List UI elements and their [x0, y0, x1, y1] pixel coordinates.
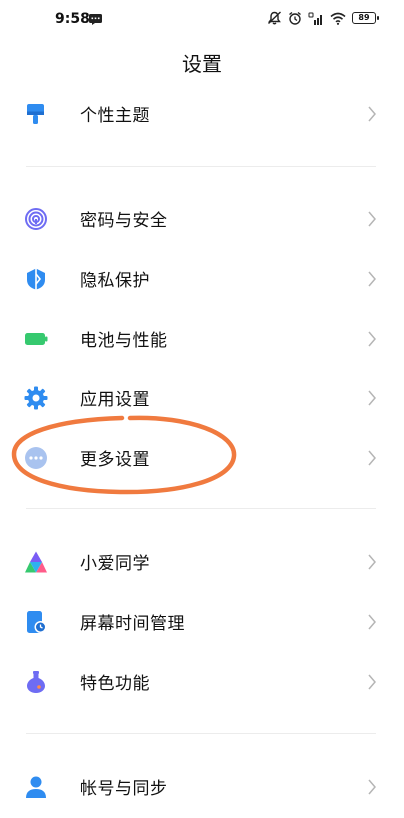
battery-icon: 89 — [352, 12, 379, 24]
status-icons: 89 — [267, 11, 379, 25]
fingerprint-icon — [25, 208, 47, 230]
settings-item-battery-performance[interactable]: 电池与性能 — [0, 309, 404, 369]
message-notification-icon — [89, 14, 102, 25]
settings-item-label: 个性主题 — [80, 106, 150, 126]
settings-item-account-sync[interactable]: 帐号与同步 — [0, 757, 404, 817]
status-bar: 9:58 89 — [0, 0, 404, 40]
chevron-right-icon — [368, 450, 376, 466]
mute-bell-icon — [268, 11, 281, 25]
settings-item-label: 帐号与同步 — [80, 779, 168, 799]
settings-item-password-security[interactable]: 密码与安全 — [0, 189, 404, 249]
settings-item-xiaoai[interactable]: 小爱同学 — [0, 532, 404, 592]
section-divider — [26, 508, 376, 509]
chevron-right-icon — [368, 674, 376, 690]
section-divider — [26, 733, 376, 734]
chevron-right-icon — [368, 554, 376, 570]
settings-item-label: 屏幕时间管理 — [80, 614, 185, 634]
settings-item-app-settings[interactable]: 应用设置 — [0, 368, 404, 428]
settings-item-more-settings[interactable]: 更多设置 — [0, 428, 404, 488]
account-icon — [26, 776, 46, 798]
settings-item-theme[interactable]: 个性主题 — [0, 84, 404, 144]
settings-item-screen-time[interactable]: 屏幕时间管理 — [0, 592, 404, 652]
settings-item-label: 密码与安全 — [80, 211, 168, 231]
theme-brush-icon — [27, 104, 44, 124]
settings-item-label: 更多设置 — [80, 450, 150, 470]
battery-icon — [25, 333, 48, 345]
xiaoai-icon — [25, 551, 47, 573]
settings-item-special-features[interactable]: 特色功能 — [0, 652, 404, 712]
cellular-signal-icon — [308, 12, 322, 25]
chevron-right-icon — [368, 614, 376, 630]
settings-item-label: 小爱同学 — [80, 554, 150, 574]
screen-time-icon — [27, 611, 47, 633]
settings-item-label: 隐私保护 — [80, 271, 150, 291]
privacy-shield-icon — [27, 268, 45, 290]
settings-item-label: 电池与性能 — [80, 331, 168, 351]
chevron-right-icon — [368, 779, 376, 795]
alarm-icon — [289, 11, 301, 25]
special-feature-icon — [27, 671, 45, 693]
wifi-icon — [330, 12, 346, 25]
status-time: 9:58 — [55, 11, 90, 27]
chevron-right-icon — [368, 331, 376, 347]
page-title: 设置 — [182, 52, 222, 76]
settings-item-privacy[interactable]: 隐私保护 — [0, 249, 404, 309]
settings-item-label: 应用设置 — [80, 390, 150, 410]
chevron-right-icon — [368, 211, 376, 227]
section-divider — [26, 166, 376, 167]
chevron-right-icon — [368, 271, 376, 287]
settings-item-label: 特色功能 — [80, 674, 150, 694]
more-dots-icon — [25, 447, 47, 469]
gear-icon — [24, 386, 48, 410]
chevron-right-icon — [368, 106, 376, 122]
chevron-right-icon — [368, 390, 376, 406]
